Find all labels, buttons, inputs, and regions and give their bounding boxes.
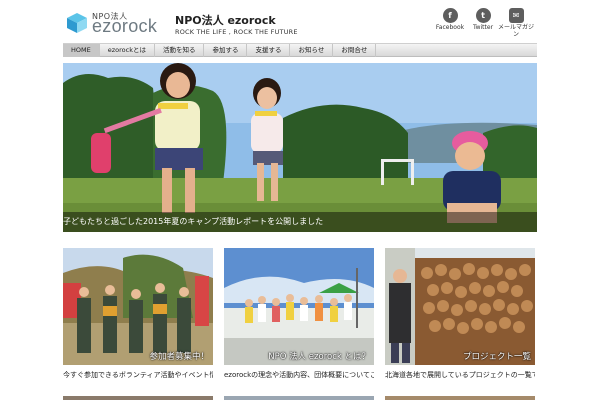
hero-slider[interactable]: 子どもたちと過ごした2015年夏のキャンプ活動レポートを公開しました <box>63 63 537 232</box>
nav-item-support[interactable]: 支援する <box>247 44 291 57</box>
card-about[interactable]: NPO 法人 ezorock とは？ <box>224 248 374 365</box>
card-about-photo <box>224 248 374 365</box>
site-logo[interactable]: NPO法人 ezorock <box>66 10 166 36</box>
twitter-icon: t <box>475 8 491 23</box>
logo-cube-icon <box>67 13 87 33</box>
mailmagazine-label: メールマガジン <box>497 24 534 38</box>
site-header: NPO法人 ezorock NPO法人 ezorock ROCK THE LIF… <box>0 0 600 42</box>
nav-item-news[interactable]: お知らせ <box>290 44 334 57</box>
mail-icon: ✉ <box>508 8 524 23</box>
card-recruiting[interactable]: 参加者募集中！ <box>63 248 213 365</box>
site-title: NPO法人 ezorock <box>175 14 276 27</box>
card-projects[interactable]: プロジェクト一覧 <box>385 248 535 365</box>
mailmagazine-link[interactable]: ✉ メールマガジン <box>496 8 536 42</box>
hero-caption-bar: 子どもたちと過ごした2015年夏のキャンプ活動レポートを公開しました <box>63 212 537 232</box>
hero-photo <box>63 63 537 232</box>
card-projects-photo <box>385 248 535 365</box>
card-about-label: NPO 法人 ezorock とは？ <box>268 352 370 362</box>
nav-item-about[interactable]: ezorockとは <box>100 44 155 57</box>
nav-item-join[interactable]: 参加する <box>204 44 248 57</box>
nav-item-activities[interactable]: 活動を知る <box>155 44 205 57</box>
card-about-desc[interactable]: ezorockの理念や活動内容、団体概要についてご紹介します <box>224 370 374 386</box>
logo-wordmark: ezorock <box>92 16 158 36</box>
main-nav: HOME ezorockとは 活動を知る 参加する 支援する お知らせ お問合せ <box>63 43 537 57</box>
next-row-image-edge <box>63 396 213 400</box>
card-recruiting-photo <box>63 248 213 365</box>
next-row-image-edge <box>224 396 374 400</box>
card-recruiting-label: 参加者募集中！ <box>149 352 209 362</box>
card-recruiting-desc[interactable]: 今すぐ参加できるボランティア活動やイベント情報はこちら <box>63 370 213 386</box>
card-projects-label: プロジェクト一覧 <box>462 352 531 362</box>
card-projects-desc[interactable]: 北海道各地で展開しているプロジェクトの一覧です <box>385 370 535 386</box>
hero-caption[interactable]: 子どもたちと過ごした2015年夏のキャンプ活動レポートを公開しました <box>63 216 323 227</box>
facebook-icon: f <box>442 8 458 23</box>
next-row-image-edge <box>385 396 535 400</box>
site-tagline: ROCK THE LIFE , ROCK THE FUTURE <box>175 28 298 36</box>
nav-item-contact[interactable]: お問合せ <box>333 44 377 57</box>
nav-item-home[interactable]: HOME <box>63 44 100 57</box>
